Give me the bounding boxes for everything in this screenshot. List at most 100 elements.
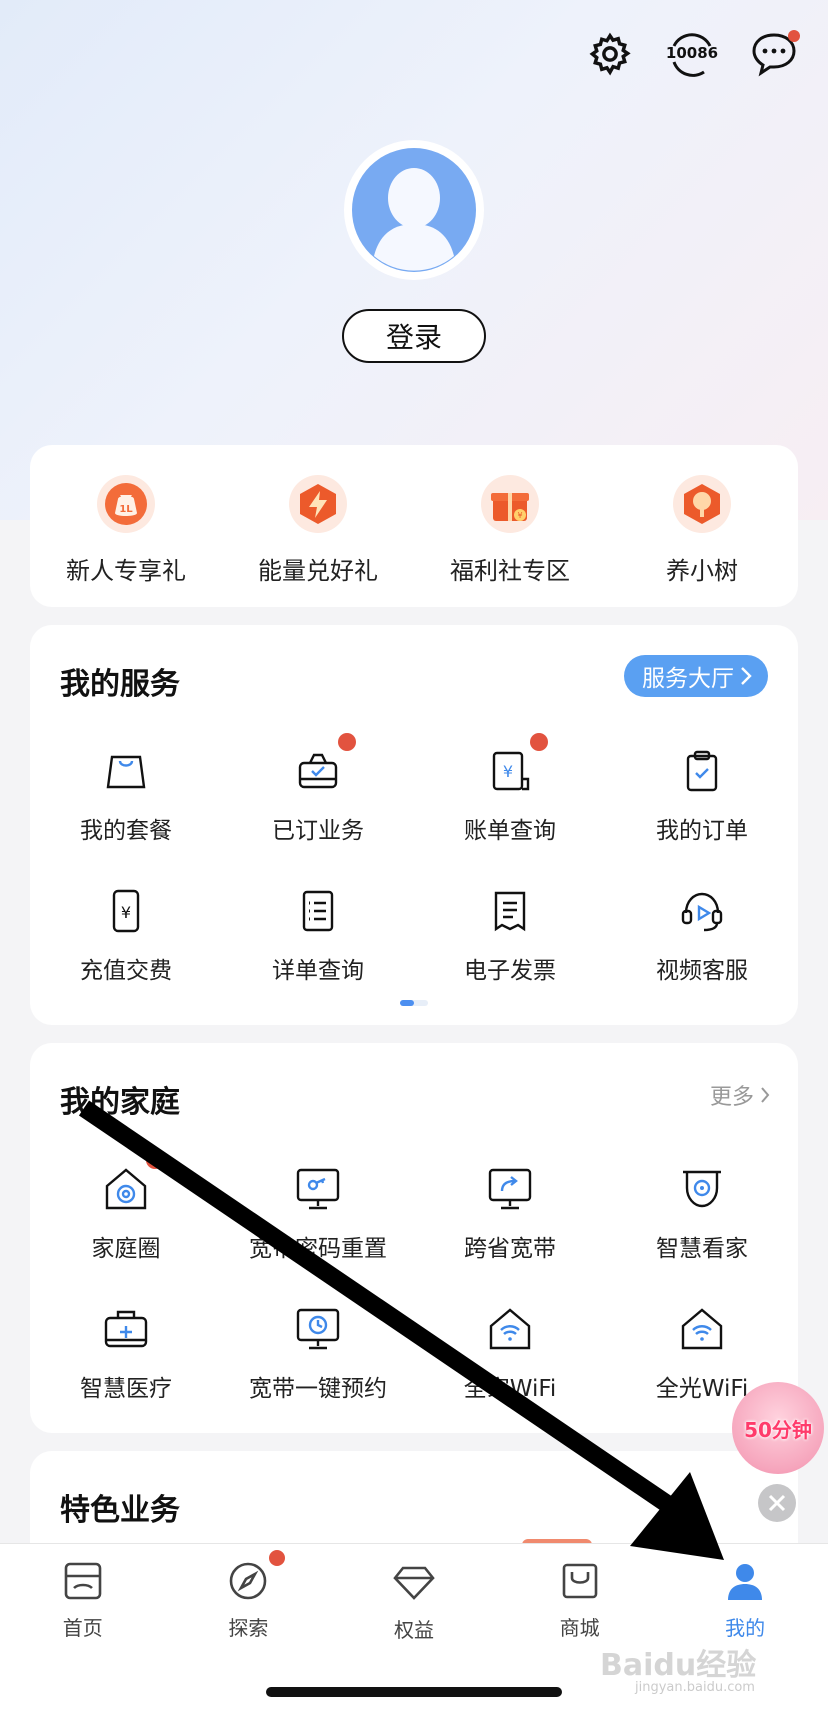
promo-item-tree[interactable]: 养小树 (606, 445, 798, 607)
family-label: 宽带密码重置 (249, 1236, 387, 1262)
more-label: 更多 (709, 1085, 754, 1110)
subscription-icon (298, 753, 338, 789)
service-label: 充值交费 (80, 958, 172, 984)
service-label: 电子发票 (464, 958, 556, 984)
notification-dot (269, 1550, 286, 1566)
clipboard-icon (686, 750, 718, 792)
svg-text:1L: 1L (119, 504, 133, 515)
promo-item-welfare[interactable]: ¥ 福利社专区 (414, 445, 606, 607)
service-recharge[interactable]: ¥ 充值交费 (30, 877, 222, 1017)
family-label: 全光WiFi (655, 1376, 749, 1402)
top-toolbar: 10086 (584, 28, 800, 80)
svg-text:¥: ¥ (121, 903, 131, 922)
service-label: 我的套餐 (80, 818, 172, 844)
family-label: 宽带一键预约 (249, 1376, 387, 1402)
tree-icon (684, 484, 720, 524)
camera-icon (683, 1170, 721, 1208)
nav-tab-home[interactable]: 首页 (0, 1558, 166, 1644)
message-unread-dot (788, 30, 800, 42)
medical-kit-icon (104, 1310, 148, 1348)
service-hall-label: 服务大厅 (642, 666, 734, 692)
home-indicator (266, 1687, 562, 1697)
family-circle[interactable]: 家庭圈 (30, 1151, 222, 1295)
promo-item-newcomer[interactable]: 1L 新人专享礼 (30, 445, 222, 607)
promo-card: 1L 新人专享礼 能量兑好礼 ¥ 福利社专区 养小树 (30, 445, 798, 607)
service-e-invoice[interactable]: 电子发票 (414, 877, 606, 1017)
service-label: 详单查询 (272, 958, 364, 984)
diamond-icon (393, 1566, 435, 1600)
service-my-orders[interactable]: 我的订单 (606, 737, 798, 877)
service-detail-query[interactable]: 详单查询 (222, 877, 414, 1017)
energy-bolt-icon (300, 484, 336, 524)
family-smart-home-watch[interactable]: 智慧看家 (606, 1155, 798, 1295)
gear-icon (589, 32, 631, 76)
nav-tab-mall[interactable]: 商城 (497, 1558, 663, 1644)
promo-label: 福利社专区 (450, 557, 570, 585)
home-wifi-icon (681, 1308, 723, 1350)
services-grid: 我的套餐 已订业务 ¥ 账单查询 我的订单 ¥ 充值交费 详单查询 电子发票 视… (30, 733, 798, 1017)
nav-label: 首页 (62, 1616, 103, 1640)
shopping-bag-icon (562, 1563, 597, 1599)
nav-label: 探索 (228, 1616, 269, 1640)
messages-button[interactable] (748, 28, 800, 80)
family-label: 智慧医疗 (80, 1376, 172, 1402)
svg-text:¥: ¥ (517, 511, 522, 520)
hotline-number: 10086 (665, 44, 719, 62)
nav-label: 我的 (725, 1616, 766, 1640)
store-icon (64, 1562, 102, 1600)
page-indicator-active (400, 1000, 414, 1006)
promo-label: 能量兑好礼 (258, 557, 378, 585)
family-label: 家庭圈 (91, 1236, 161, 1262)
family-broadband-appointment[interactable]: 宽带一键预约 (222, 1295, 414, 1435)
service-subscriptions[interactable]: 已订业务 (222, 733, 414, 877)
page-indicator (400, 1000, 428, 1006)
home-wifi-icon (489, 1308, 531, 1350)
phone-yuan-icon: ¥ (112, 889, 140, 933)
nav-label: 商城 (559, 1616, 600, 1640)
settings-button[interactable] (584, 28, 636, 80)
service-bill-query[interactable]: ¥ 账单查询 (414, 733, 606, 877)
notification-dot (146, 1151, 164, 1169)
section-title-family: 我的家庭 (60, 1085, 180, 1120)
section-title-featured: 特色业务 (60, 1493, 180, 1528)
monitor-clock-icon (296, 1308, 340, 1350)
nav-tab-explore[interactable]: 探索 (166, 1550, 332, 1644)
nav-tab-mine[interactable]: 我的 (662, 1558, 828, 1644)
home-circle-icon (105, 1168, 147, 1210)
service-video-support[interactable]: 视频客服 (606, 877, 798, 1017)
lucky-bag-icon: 1L (105, 483, 147, 525)
service-label: 已订业务 (272, 818, 364, 844)
monitor-share-icon (488, 1168, 532, 1210)
floating-ad-label: 50分钟 (744, 1417, 812, 1442)
service-label: 账单查询 (464, 818, 556, 844)
family-more-link[interactable]: 更多 (710, 1079, 770, 1111)
chevron-right-icon (761, 1087, 770, 1103)
service-hall-button[interactable]: 服务大厅 (624, 655, 768, 697)
service-label: 我的订单 (656, 818, 748, 844)
family-smart-medical[interactable]: 智慧医疗 (30, 1295, 222, 1435)
list-detail-icon (302, 890, 334, 932)
hotline-button[interactable]: 10086 (664, 28, 720, 80)
service-my-plan[interactable]: 我的套餐 (30, 737, 222, 877)
avatar[interactable] (344, 140, 484, 280)
bag-icon (106, 755, 146, 789)
promo-label: 养小树 (666, 557, 738, 585)
floating-ad[interactable]: 50分钟 (732, 1382, 824, 1474)
nav-tab-benefits[interactable]: 权益 (331, 1558, 497, 1644)
notification-dot (338, 733, 356, 751)
close-icon (768, 1494, 786, 1512)
section-title-services: 我的服务 (60, 667, 180, 702)
promo-item-energy[interactable]: 能量兑好礼 (222, 445, 414, 607)
family-whole-home-wifi[interactable]: 全家WiFi (414, 1295, 606, 1435)
family-broadband-password-reset[interactable]: 宽带密码重置 (222, 1155, 414, 1295)
watermark-domain: jingyan.baidu.com (635, 1680, 755, 1695)
family-cross-province-broadband[interactable]: 跨省宽带 (414, 1155, 606, 1295)
family-label: 智慧看家 (656, 1236, 748, 1262)
bill-icon: ¥ (492, 751, 530, 791)
floating-ad-close-button[interactable] (758, 1484, 796, 1522)
promo-label: 新人专享礼 (66, 557, 186, 585)
svg-text:¥: ¥ (503, 762, 513, 781)
gift-box-icon: ¥ (491, 493, 529, 521)
login-button[interactable]: 登录 (342, 309, 486, 363)
my-family-card: 我的家庭 更多 家庭圈 宽带密码重置 跨省宽带 智慧看家 智慧医疗 宽带一键预约… (30, 1043, 798, 1433)
